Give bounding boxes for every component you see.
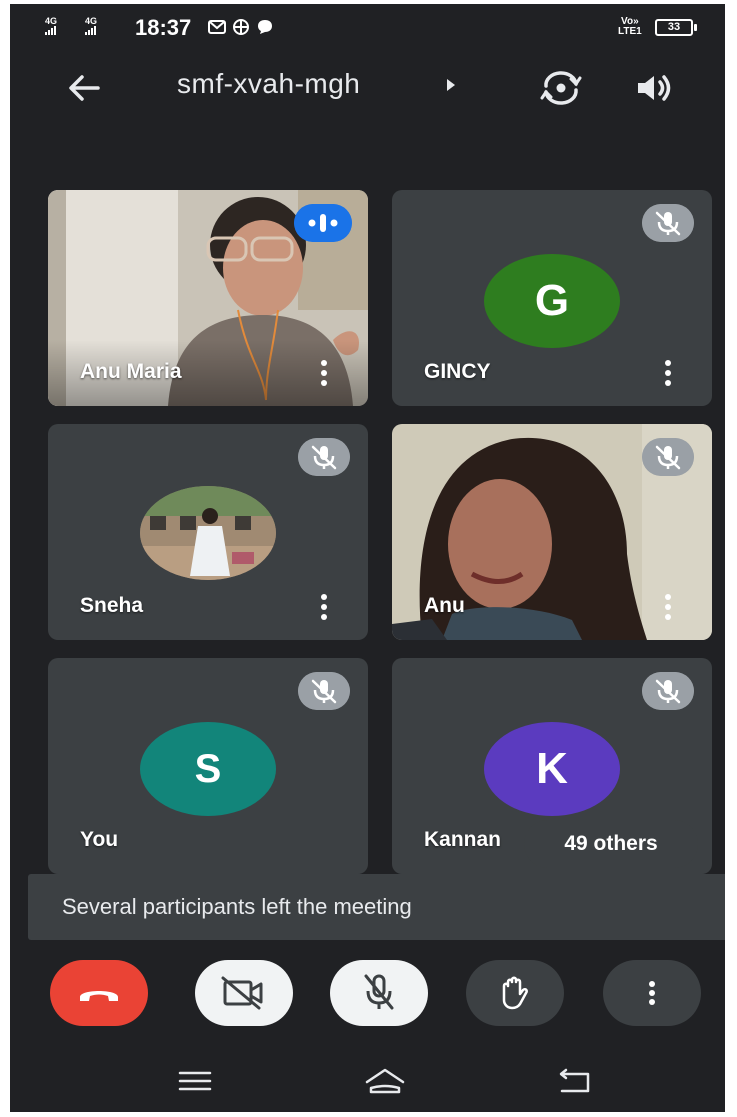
vpn-icon xyxy=(233,19,249,35)
signal-bars-icon xyxy=(45,26,56,35)
gmail-icon xyxy=(208,20,226,34)
more-vertical-icon xyxy=(649,981,655,1005)
participant-name: You xyxy=(80,828,119,851)
participant-tile-anu-maria[interactable]: Anu Maria xyxy=(48,190,368,406)
more-vertical-icon[interactable] xyxy=(314,592,334,622)
avatar: K xyxy=(484,722,620,816)
avatar-photo xyxy=(140,486,276,580)
raise-hand-button[interactable] xyxy=(466,960,564,1026)
home-icon[interactable] xyxy=(360,1064,410,1098)
camera-off-icon xyxy=(221,976,263,1010)
participant-name: GINCY xyxy=(424,360,491,383)
participant-tile-you[interactable]: S You xyxy=(48,658,368,874)
status-time: 18:37 xyxy=(135,15,192,40)
sim1-network-label: 4G xyxy=(45,16,58,26)
phone-screen: 4G 4G 18:37 Vo» LTE1 33 smf-xvah-mgh Anu… xyxy=(10,4,725,1112)
meeting-code[interactable]: smf-xvah-mgh xyxy=(177,68,360,100)
mic-off-icon xyxy=(642,204,694,242)
participant-name: Anu Maria xyxy=(80,360,182,383)
volte-bottom-label: LTE1 xyxy=(618,26,642,37)
others-count-chip[interactable]: 49 others xyxy=(524,820,698,868)
signal-bars-icon xyxy=(85,26,96,35)
back-icon[interactable] xyxy=(550,1064,600,1098)
system-nav-bar xyxy=(10,1050,725,1112)
hand-icon xyxy=(502,976,528,1010)
speaking-indicator-icon xyxy=(294,204,352,242)
mic-off-icon xyxy=(642,438,694,476)
mic-off-icon xyxy=(642,672,694,710)
caret-right-icon[interactable] xyxy=(445,77,457,93)
arrow-left-icon[interactable] xyxy=(62,66,106,110)
chat-bubble-icon xyxy=(258,20,272,34)
mic-toggle-button[interactable] xyxy=(330,960,428,1026)
battery-icon: 33 xyxy=(655,19,697,36)
sim1-signal: 4G xyxy=(45,16,57,37)
participant-tile-anu[interactable]: Anu xyxy=(392,424,712,640)
more-vertical-icon[interactable] xyxy=(314,358,334,388)
sim2-signal: 4G xyxy=(85,16,97,37)
participant-tile-sneha[interactable]: Sneha xyxy=(48,424,368,640)
end-call-button[interactable] xyxy=(50,960,148,1026)
speaker-icon[interactable] xyxy=(632,66,676,110)
camera-toggle-button[interactable] xyxy=(195,960,293,1026)
mic-off-icon xyxy=(298,672,350,710)
participant-tile-gincy[interactable]: G GINCY xyxy=(392,190,712,406)
menu-icon[interactable] xyxy=(170,1064,220,1098)
participant-name: Anu xyxy=(424,594,465,617)
snackbar-message: Several participants left the meeting xyxy=(28,874,725,940)
sim2-network-label: 4G xyxy=(85,16,98,26)
end-call-icon xyxy=(80,991,118,1001)
more-options-button[interactable] xyxy=(603,960,701,1026)
switch-camera-icon[interactable] xyxy=(538,64,584,110)
more-vertical-icon[interactable] xyxy=(658,592,678,622)
more-vertical-icon[interactable] xyxy=(658,358,678,388)
status-bar: 4G 4G 18:37 Vo» LTE1 33 xyxy=(10,4,725,50)
avatar: G xyxy=(484,254,620,348)
participant-name: Sneha xyxy=(80,594,144,617)
mic-off-icon xyxy=(364,974,394,1010)
mic-off-icon xyxy=(298,438,350,476)
participant-name: Kannan xyxy=(424,828,502,851)
avatar: S xyxy=(140,722,276,816)
volte-indicator: Vo» LTE1 xyxy=(618,17,642,37)
